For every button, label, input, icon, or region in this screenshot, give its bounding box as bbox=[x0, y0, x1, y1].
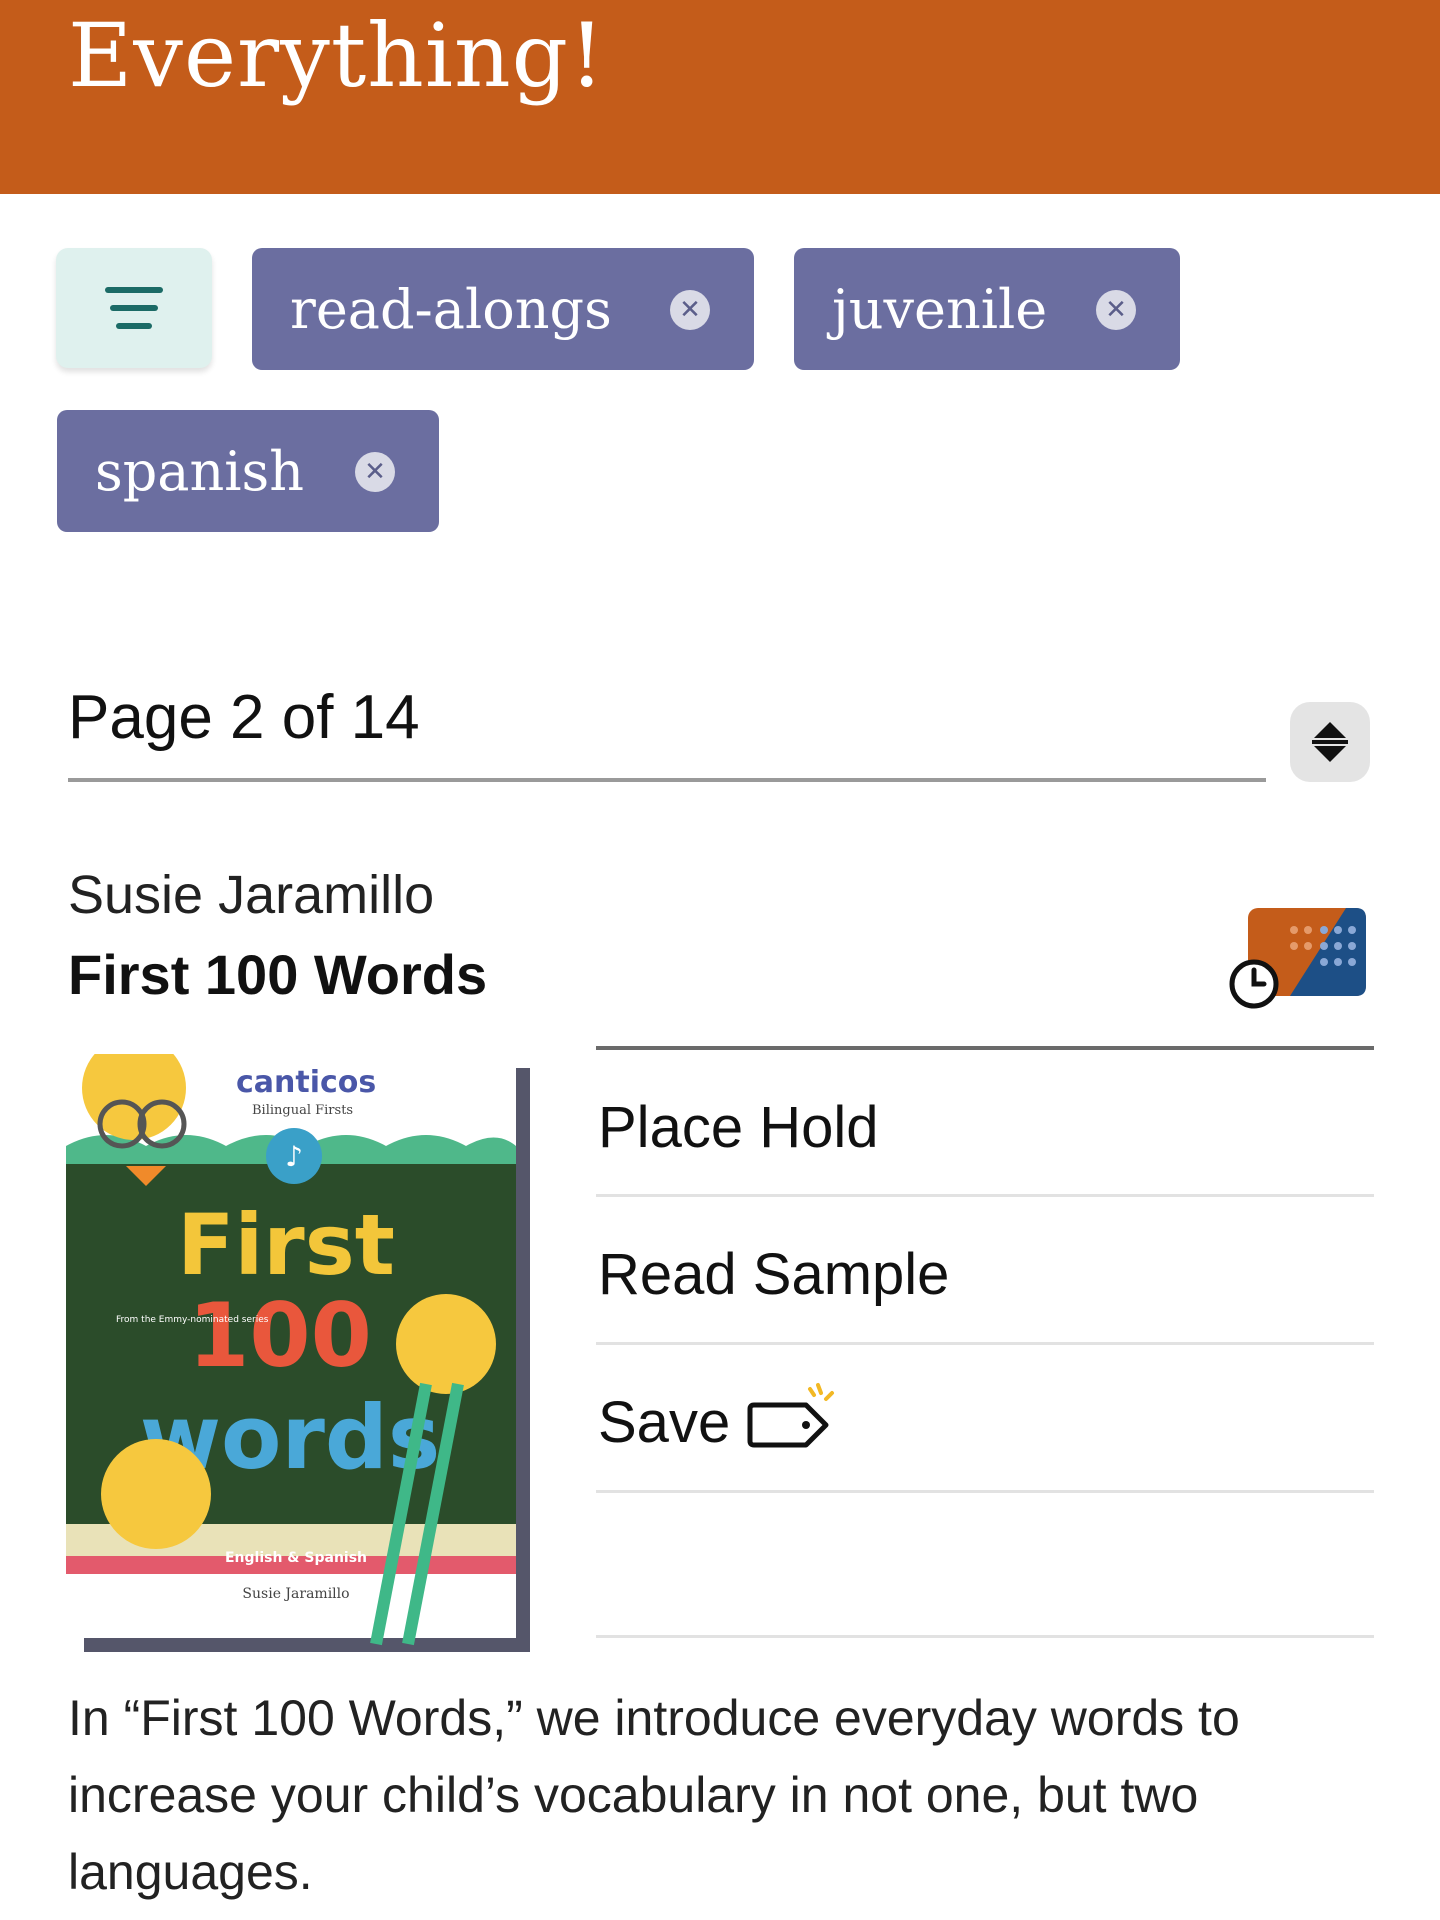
filter-chip-read-alongs[interactable]: read-alongs ✕ bbox=[252, 248, 754, 370]
action-spacer bbox=[596, 1490, 1374, 1638]
save-button[interactable]: Save bbox=[596, 1342, 1374, 1490]
chip-label: spanish bbox=[95, 439, 305, 503]
cover-title-line-2: 100 bbox=[188, 1284, 372, 1387]
chip-label: read-alongs bbox=[290, 277, 612, 341]
book-description: In “First 100 Words,” we introduce every… bbox=[68, 1690, 1240, 1900]
up-down-arrows-icon bbox=[1312, 722, 1348, 762]
close-icon[interactable]: ✕ bbox=[355, 452, 395, 492]
read-sample-label: Read Sample bbox=[598, 1242, 950, 1307]
chip-label: juvenile bbox=[832, 277, 1048, 341]
tag-icon bbox=[747, 1383, 834, 1448]
save-label: Save bbox=[598, 1390, 731, 1455]
filter-chip-juvenile[interactable]: juvenile ✕ bbox=[794, 248, 1180, 370]
page-label: Page 2 of 14 bbox=[68, 683, 420, 752]
page-select[interactable]: Page 2 of 14 bbox=[68, 672, 1266, 782]
place-hold-button[interactable]: Place Hold bbox=[596, 1046, 1374, 1194]
close-icon[interactable]: ✕ bbox=[1096, 290, 1136, 330]
read-sample-button[interactable]: Read Sample bbox=[596, 1194, 1374, 1342]
filter-lines-icon bbox=[105, 281, 163, 335]
page-stepper-button[interactable] bbox=[1290, 702, 1370, 782]
cover-title-line-1: First bbox=[177, 1196, 395, 1294]
book-title[interactable]: First 100 Words bbox=[68, 942, 487, 1007]
ebook-availability-icon bbox=[1229, 908, 1366, 1009]
place-hold-label: Place Hold bbox=[598, 1095, 879, 1160]
book-cover-image[interactable]: canticos Bilingual Firsts ♪ First 100 wo… bbox=[66, 1054, 530, 1652]
cover-author: Susie Jaramillo bbox=[242, 1586, 349, 1602]
filter-chip-spanish[interactable]: spanish ✕ bbox=[57, 410, 439, 532]
close-icon[interactable]: ✕ bbox=[670, 290, 710, 330]
cover-languages: English & Spanish bbox=[225, 1550, 367, 1566]
filter-menu-button[interactable] bbox=[56, 248, 212, 368]
header-bar: Everything! bbox=[0, 0, 1440, 194]
book-author[interactable]: Susie Jaramillo bbox=[68, 864, 434, 926]
cover-brand: canticos bbox=[236, 1065, 376, 1100]
cover-badge: From the Emmy-nominated series bbox=[116, 1315, 269, 1325]
book-actions: Place Hold Read Sample Save bbox=[596, 1046, 1374, 1638]
svg-text:♪: ♪ bbox=[285, 1140, 303, 1173]
page-title: Everything! bbox=[68, 4, 606, 107]
cover-series: Bilingual Firsts bbox=[252, 1103, 353, 1118]
